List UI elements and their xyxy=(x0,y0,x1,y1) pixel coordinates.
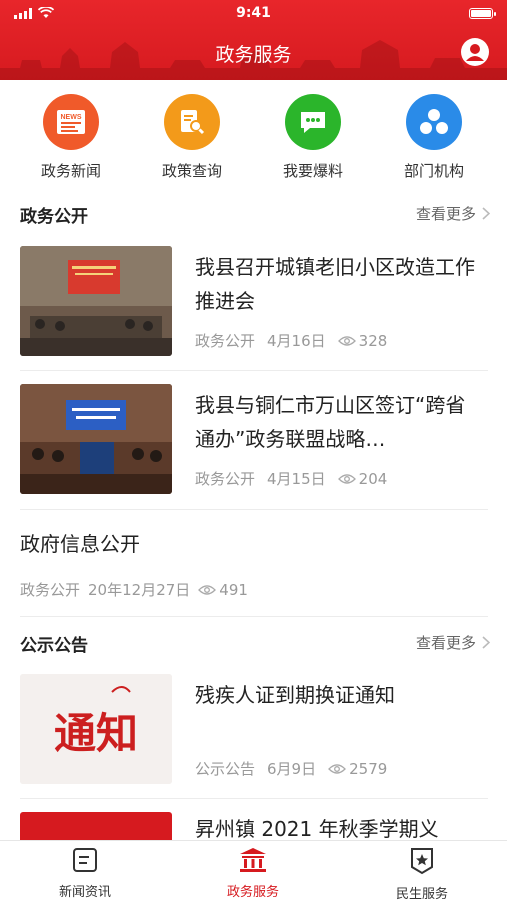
chat-bubble-icon xyxy=(285,94,341,150)
news-date: 4月15日 xyxy=(267,470,326,488)
view-more-label: 查看更多 xyxy=(415,634,476,652)
notice-thumb-text: 通知 xyxy=(54,709,138,758)
news-title: 我县召开城镇老旧小区改造工作推进会 xyxy=(195,255,475,313)
news-meta: 政务公开 4月15日 204 xyxy=(195,468,387,489)
battery-icon xyxy=(469,8,496,19)
notice-item[interactable]: 昇州镇 2021 年秋季学期义 xyxy=(20,812,488,840)
views-group: 328 xyxy=(337,331,388,350)
notice-item[interactable]: 通知 残疾人证到期换证通知 公示公告 6月9日 2579 xyxy=(20,674,488,786)
news-badge-text: NEWS xyxy=(61,114,82,121)
chevron-right-icon xyxy=(482,207,490,220)
view-more-label: 查看更多 xyxy=(415,205,476,223)
divider xyxy=(20,509,488,510)
news-title: 政府信息公开 xyxy=(20,532,140,556)
quick-label-departments: 部门机构 xyxy=(403,162,464,180)
tab-news[interactable]: 新闻资讯 xyxy=(25,847,145,900)
views-group: 204 xyxy=(337,469,388,488)
news-tab-icon xyxy=(73,848,97,872)
chevron-right-icon xyxy=(482,636,490,649)
status-time: 9:41 xyxy=(236,5,271,21)
quick-entry-policy[interactable]: 政策查询 xyxy=(137,90,247,181)
divider xyxy=(20,370,488,371)
news-icon: NEWS xyxy=(43,94,99,150)
news-category: 政务公开 xyxy=(195,332,256,350)
divider xyxy=(20,798,488,799)
org-structure-icon xyxy=(406,94,462,150)
notice-thumbnail xyxy=(20,812,172,840)
section-header-notice: 公示公告 查看更多 xyxy=(20,627,490,657)
app-header: 9:41 政务服务 xyxy=(0,0,507,80)
notice-category: 公示公告 xyxy=(195,760,256,778)
news-item[interactable]: 我县与铜仁市万山区签订“跨省通办”政务联盟战略… 政务公开 4月15日 204 xyxy=(20,384,488,496)
news-item-text-only[interactable]: 政府信息公开 政务公开 20年12月27日 491 xyxy=(20,528,488,600)
news-views: 328 xyxy=(358,331,388,350)
bottom-tab-bar: 新闻资讯 政务服务 民生服务 xyxy=(0,840,507,900)
notice-meta: 公示公告 6月9日 2579 xyxy=(195,758,387,779)
news-meta: 政务公开 20年12月27日 491 xyxy=(20,579,488,600)
tab-government-services[interactable]: 政务服务 xyxy=(193,847,313,900)
quick-entry-departments[interactable]: 部门机构 xyxy=(379,90,489,181)
eye-icon xyxy=(198,584,217,595)
user-profile-icon[interactable] xyxy=(461,38,489,66)
news-title: 我县与铜仁市万山区签订“跨省通办”政务联盟战略… xyxy=(195,393,466,451)
news-thumbnail xyxy=(20,246,172,356)
notice-thumbnail: 通知 xyxy=(20,674,172,784)
divider xyxy=(20,616,488,617)
quick-label-news: 政务新闻 xyxy=(40,162,101,180)
quick-entry-report[interactable]: 我要爆料 xyxy=(258,90,368,181)
views-group: 2579 xyxy=(328,760,387,778)
eye-icon xyxy=(337,335,356,346)
tab-label-government-services: 政务服务 xyxy=(226,885,279,900)
quick-label-report: 我要爆料 xyxy=(282,162,343,180)
views-group: 491 xyxy=(198,581,248,599)
news-date: 20年12月27日 xyxy=(88,581,191,599)
view-more-open-link[interactable]: 查看更多 xyxy=(416,203,490,224)
notice-title: 昇州镇 2021 年秋季学期义 xyxy=(195,817,439,840)
view-more-notice-link[interactable]: 查看更多 xyxy=(416,632,490,653)
notice-title: 残疾人证到期换证通知 xyxy=(195,683,395,707)
news-views: 204 xyxy=(358,469,388,488)
news-views: 491 xyxy=(219,580,248,599)
news-category: 政务公开 xyxy=(195,470,256,488)
policy-search-icon xyxy=(164,94,220,150)
section-header-open: 政务公开 查看更多 xyxy=(20,198,490,228)
quick-entries: NEWS 政务新闻 政策查询 我要爆料 部门机构 xyxy=(0,90,507,190)
notice-date: 6月9日 xyxy=(267,760,317,778)
section-title-open: 政务公开 xyxy=(20,207,88,227)
news-thumbnail xyxy=(20,384,172,494)
tab-livelihood-services[interactable]: 民生服务 xyxy=(362,847,482,900)
page-title: 政务服务 xyxy=(215,44,292,66)
notice-views: 2579 xyxy=(349,759,388,778)
badge-star-icon xyxy=(411,848,433,875)
status-bar: 9:41 xyxy=(0,0,507,28)
tab-label-news: 新闻资讯 xyxy=(58,885,111,900)
quick-entry-news[interactable]: NEWS 政务新闻 xyxy=(16,90,126,181)
section-title-notice: 公示公告 xyxy=(20,636,88,656)
eye-icon xyxy=(337,473,356,484)
tab-label-livelihood-services: 民生服务 xyxy=(395,887,448,900)
government-building-icon xyxy=(240,848,266,872)
news-category: 政务公开 xyxy=(20,581,81,599)
news-date: 4月16日 xyxy=(267,332,326,350)
news-item[interactable]: 我县召开城镇老旧小区改造工作推进会 政务公开 4月16日 328 xyxy=(20,246,488,358)
eye-icon xyxy=(328,763,347,774)
quick-label-policy: 政策查询 xyxy=(161,162,222,180)
news-meta: 政务公开 4月16日 328 xyxy=(195,330,387,351)
